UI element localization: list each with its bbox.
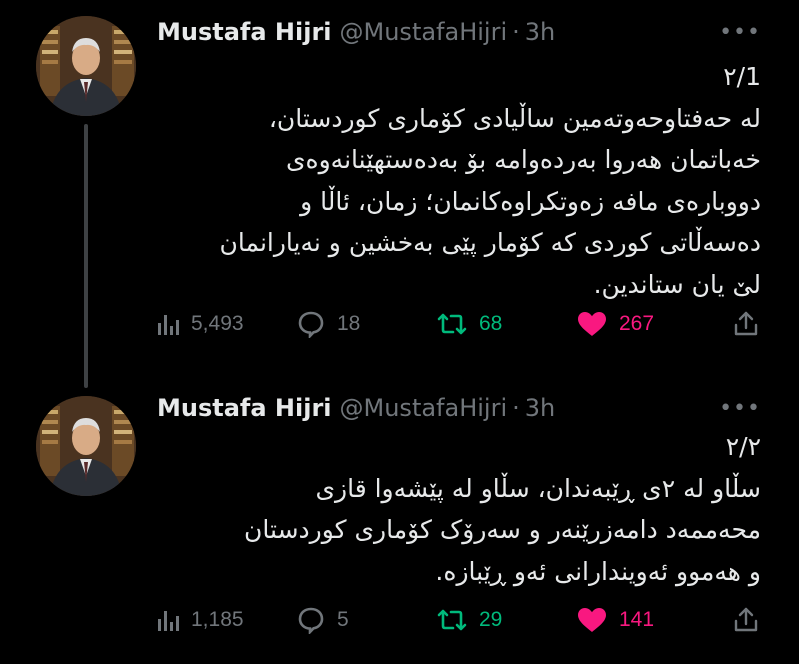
separator-dot: · [512,394,520,422]
views-button[interactable]: 5,493 [157,304,244,344]
text-line: دووبارەی مافە زەوتکراوەکانمان؛ زمان، ئاڵ… [300,186,761,216]
author-handle[interactable]: @MustafaHijri [340,394,508,422]
share-button[interactable] [733,600,759,640]
text-line: لە حەفتاوحەوتەمین ساڵیادی کۆماری کوردستا… [268,103,761,133]
views-count: 1,185 [191,608,244,631]
like-count: 267 [619,312,655,335]
share-icon [734,311,758,336]
author-handle[interactable]: @MustafaHijri [340,18,508,46]
repost-button[interactable]: 29 [437,600,502,640]
more-options-icon[interactable]: ••• [719,20,761,45]
more-options-icon[interactable]: ••• [719,396,761,421]
repost-icon [437,313,467,335]
thread-counter: 1/٢ [723,62,761,91]
tweet-text: ٢/٢ سڵاو لە ٢ی ڕێبەندان، سڵاو لە پێشەوا … [151,426,761,592]
author-name[interactable]: Mustafa Hijri [157,394,332,422]
timestamp[interactable]: 3h [525,18,555,46]
text-line: و هەموو ئەویندارانی ئەو ڕێبازە. [435,556,761,586]
repost-button[interactable]: 68 [437,304,502,344]
heart-icon [578,608,606,632]
separator-dot: · [512,18,520,46]
views-count: 5,493 [191,312,244,335]
tweet[interactable]: Mustafa Hijri @MustafaHijri · 3h ••• ٢/٢… [0,380,799,664]
action-bar: 1,185 5 29 141 [157,600,765,640]
timestamp[interactable]: 3h [525,394,555,422]
repost-count: 29 [479,608,503,631]
reply-icon [298,311,324,338]
reply-count: 18 [337,312,361,335]
action-bar: 5,493 18 68 267 [157,304,765,344]
share-button[interactable] [733,304,759,344]
avatar[interactable] [36,16,136,116]
tweet-text: 1/٢ لە حەفتاوحەوتەمین ساڵیادی کۆماری کور… [151,56,761,305]
tweet[interactable]: Mustafa Hijri @MustafaHijri · 3h ••• 1/٢… [0,0,799,388]
heart-icon [578,312,606,336]
views-icon [158,315,179,335]
thread-counter: ٢/٢ [725,432,761,461]
text-line: لێ یان ستاندین. [593,269,761,299]
reply-icon [298,607,324,634]
text-line: دەسەڵاتی کوردی کە کۆمار پێی بەخشین و نەی… [219,228,761,257]
text-line: سڵاو لە ٢ی ڕێبەندان، سڵاو لە پێشەوا قازی [315,473,761,503]
reply-button[interactable]: 5 [297,600,349,640]
text-line: محەممەد دامەزرێنەر و سەرۆک کۆماری کوردست… [244,515,761,544]
thread-connector [84,124,88,388]
views-button[interactable]: 1,185 [157,600,244,640]
tweet-header: Mustafa Hijri @MustafaHijri · 3h [157,14,555,50]
tweet-header: Mustafa Hijri @MustafaHijri · 3h [157,390,555,426]
like-button[interactable]: 141 [577,600,654,640]
views-icon [158,611,179,631]
reply-count: 5 [337,608,349,631]
author-name[interactable]: Mustafa Hijri [157,18,332,46]
reply-button[interactable]: 18 [297,304,360,344]
repost-count: 68 [479,312,503,335]
avatar[interactable] [36,396,136,496]
share-icon [734,607,758,632]
text-line: خەباتمان هەروا بەردەوامە بۆ بەدەستهێنانە… [285,145,761,174]
like-button[interactable]: 267 [577,304,654,344]
repost-icon [437,609,467,631]
like-count: 141 [619,608,655,631]
